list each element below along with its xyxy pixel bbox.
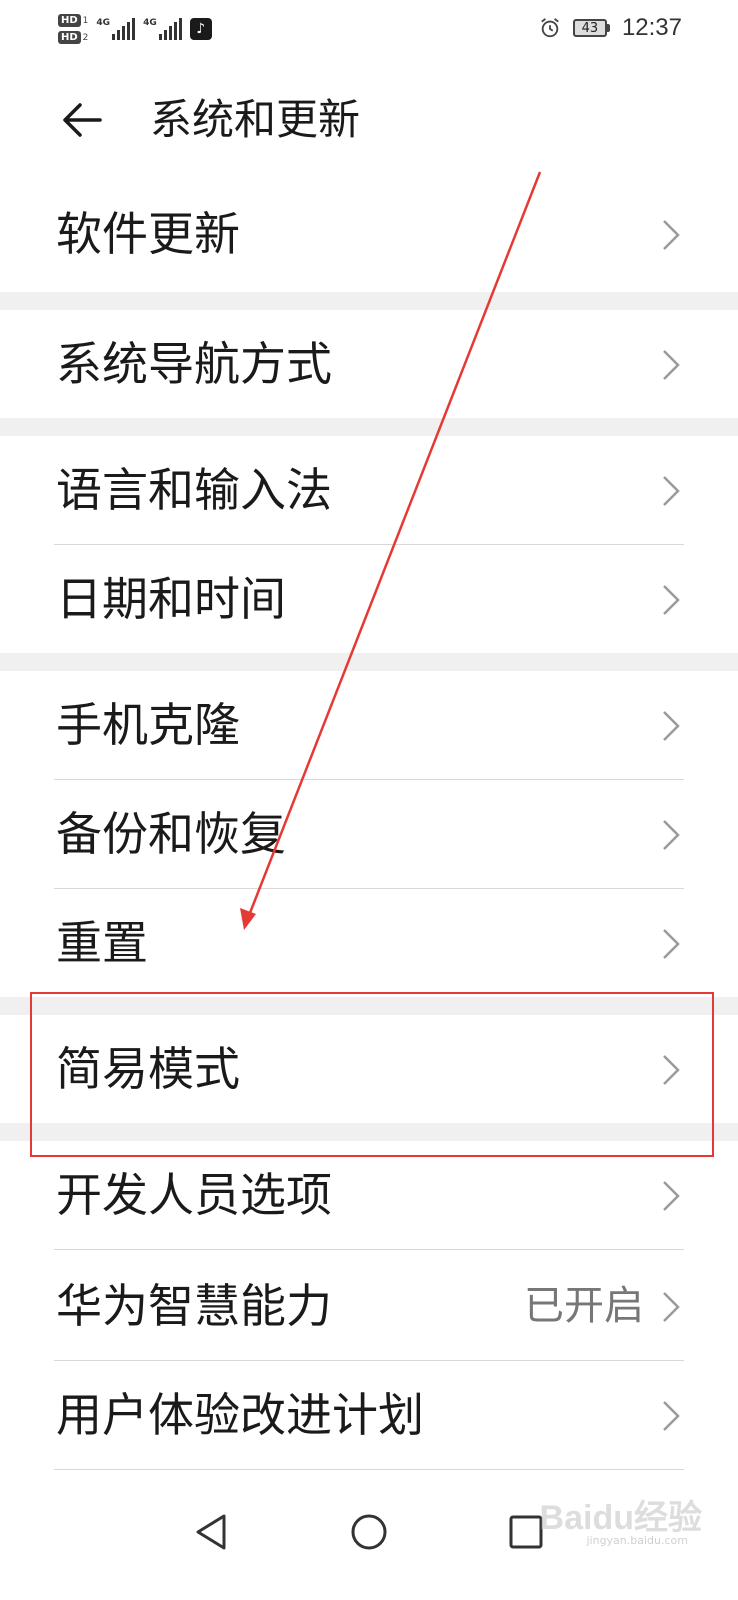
chevron-right-icon xyxy=(663,1401,680,1431)
chevron-right-icon xyxy=(663,220,680,250)
list-item-label: 语言和输入法 xyxy=(56,463,332,517)
battery-icon: 43 xyxy=(572,19,610,37)
chevron-right-icon xyxy=(663,929,680,959)
list-item-developer-options[interactable]: 开发人员选项 xyxy=(0,1141,738,1249)
list-item-date-time[interactable]: 日期和时间 xyxy=(0,545,738,653)
divider xyxy=(54,1469,684,1470)
list-item-reset[interactable]: 重置 xyxy=(0,889,738,997)
list-item-label: 重置 xyxy=(56,916,148,970)
signal-2-icon: 4G xyxy=(143,18,182,40)
list-item-label: 用户体验改进计划 xyxy=(56,1388,424,1442)
battery-level: 43 xyxy=(572,19,607,37)
list-item-ux-program[interactable]: 用户体验改进计划 xyxy=(0,1361,738,1469)
list-item-huawei-ai[interactable]: 华为智慧能力 已开启 xyxy=(0,1250,738,1360)
list-item-value: 已开启 xyxy=(524,1283,644,1329)
section-gap xyxy=(0,653,738,671)
list-item-phone-clone[interactable]: 手机克隆 xyxy=(0,671,738,779)
list-item-label: 开发人员选项 xyxy=(56,1168,332,1222)
list-item-backup-restore[interactable]: 备份和恢复 xyxy=(0,780,738,888)
hd-badge-1: HD xyxy=(58,14,81,27)
hd-num-1: 1 xyxy=(82,15,89,26)
watermark-sub: jingyan.baidu.com xyxy=(586,1534,688,1547)
alarm-icon xyxy=(541,18,559,38)
status-time: 12:37 xyxy=(621,14,682,41)
chevron-right-icon xyxy=(663,820,680,850)
section-gap xyxy=(0,292,738,310)
nav-home-icon[interactable] xyxy=(343,1506,395,1558)
hd-indicator-1: HD 1 xyxy=(58,14,88,27)
back-arrow-icon[interactable] xyxy=(58,96,106,144)
list-item-label: 软件更新 xyxy=(56,207,240,261)
chevron-right-icon xyxy=(663,350,680,380)
hd-badge-2: HD xyxy=(58,31,81,44)
signal-1-icon: 4G xyxy=(96,18,136,40)
list-item-label: 备份和恢复 xyxy=(56,807,286,861)
tiktok-icon: ♪ xyxy=(189,18,212,40)
signal-1-gen: 4G xyxy=(96,18,111,28)
chevron-right-icon xyxy=(663,1181,680,1211)
hd-num-2: 2 xyxy=(82,32,89,43)
hd-indicators: HD 1 HD 2 xyxy=(58,14,88,44)
list-item-navigation[interactable]: 系统导航方式 xyxy=(0,310,738,418)
status-left: HD 1 HD 2 4G 4G ♪ xyxy=(58,10,212,48)
list-item-label: 系统导航方式 xyxy=(56,337,332,391)
chevron-right-icon xyxy=(663,711,680,741)
status-right: 43 12:37 xyxy=(539,12,682,44)
list-item-label: 手机克隆 xyxy=(56,698,240,752)
chevron-right-icon xyxy=(663,1292,680,1322)
signal-2-gen: 4G xyxy=(143,18,157,28)
chevron-right-icon xyxy=(663,476,680,506)
hd-indicator-2: HD 2 xyxy=(58,31,88,44)
list-item-label: 华为智慧能力 xyxy=(56,1279,332,1333)
status-bar: HD 1 HD 2 4G 4G ♪ 43 12:37 xyxy=(0,0,738,56)
page-title: 系统和更新 xyxy=(150,95,361,144)
list-item-label: 日期和时间 xyxy=(56,572,286,626)
section-gap xyxy=(0,418,738,436)
chevron-right-icon xyxy=(663,585,680,615)
watermark: Baidu经验 xyxy=(539,1499,702,1537)
app-header: 系统和更新 xyxy=(0,72,738,168)
list-item-language[interactable]: 语言和输入法 xyxy=(0,436,738,544)
nav-back-icon[interactable] xyxy=(186,1506,238,1558)
annotation-highlight-box xyxy=(30,992,714,1157)
list-item-software-update[interactable]: 软件更新 xyxy=(0,168,738,292)
